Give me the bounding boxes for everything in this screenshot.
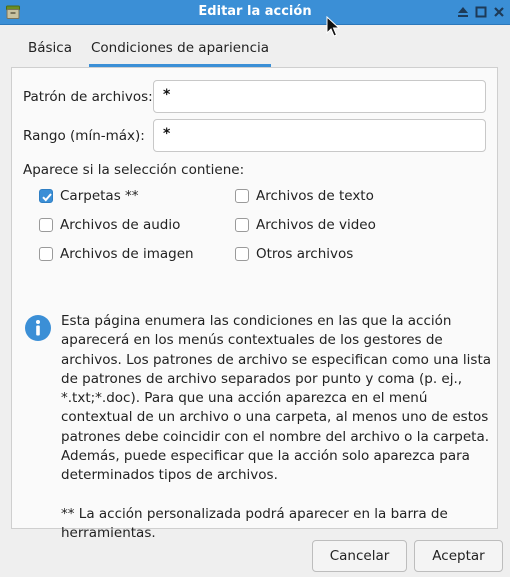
close-icon[interactable] [492,5,506,19]
title-bar[interactable]: Editar la acción [0,0,510,25]
selection-label: Aparece si la selección contiene: [23,162,245,178]
patron-archivos-input[interactable]: * [153,80,486,113]
checkbox-carpetas[interactable]: Carpetas ** [39,187,139,205]
checkbox-archivos-video[interactable]: Archivos de video [235,216,376,234]
checkbox-label: Archivos de imagen [60,246,194,262]
info-icon [24,314,52,342]
maximize-icon[interactable] [474,5,488,19]
checkbox-otros-archivos[interactable]: Otros archivos [235,245,353,263]
checkbox-label: Carpetas ** [60,188,139,204]
checkbox-box[interactable] [235,218,249,232]
checkbox-label: Otros archivos [256,246,354,262]
checkbox-archivos-audio[interactable]: Archivos de audio [39,216,180,234]
checkbox-box[interactable] [39,247,53,261]
rango-input[interactable]: * [153,119,486,152]
checkbox-label: Archivos de video [256,217,376,233]
mouse-pointer-icon [326,15,341,38]
tab-basica[interactable]: Básica [11,32,89,65]
checkbox-box[interactable] [235,247,249,261]
checkbox-label: Archivos de audio [60,217,181,233]
checkbox-archivos-imagen[interactable]: Archivos de imagen [39,245,194,263]
checkbox-checked-icon[interactable] [39,189,53,203]
info-note: ** La acción personalizada podrá aparece… [61,505,448,541]
rango-label: Rango (mín-máx): [23,128,145,144]
patron-label: Patrón de archivos: [23,89,153,105]
accept-button[interactable]: Aceptar [414,540,503,572]
eject-icon[interactable] [456,5,470,19]
window-title: Editar la acción [198,4,312,19]
checkbox-archivos-texto[interactable]: Archivos de texto [235,187,374,205]
info-paragraph: Esta página enumera las condiciones en l… [61,313,492,484]
cancel-button[interactable]: Cancelar [312,540,407,572]
tab-condiciones-apariencia[interactable]: Condiciones de apariencia [89,32,271,67]
info-text: Esta página enumera las condiciones en l… [61,312,491,543]
checkbox-box[interactable] [39,218,53,232]
checkbox-box[interactable] [235,189,249,203]
checkbox-label: Archivos de texto [256,188,374,204]
